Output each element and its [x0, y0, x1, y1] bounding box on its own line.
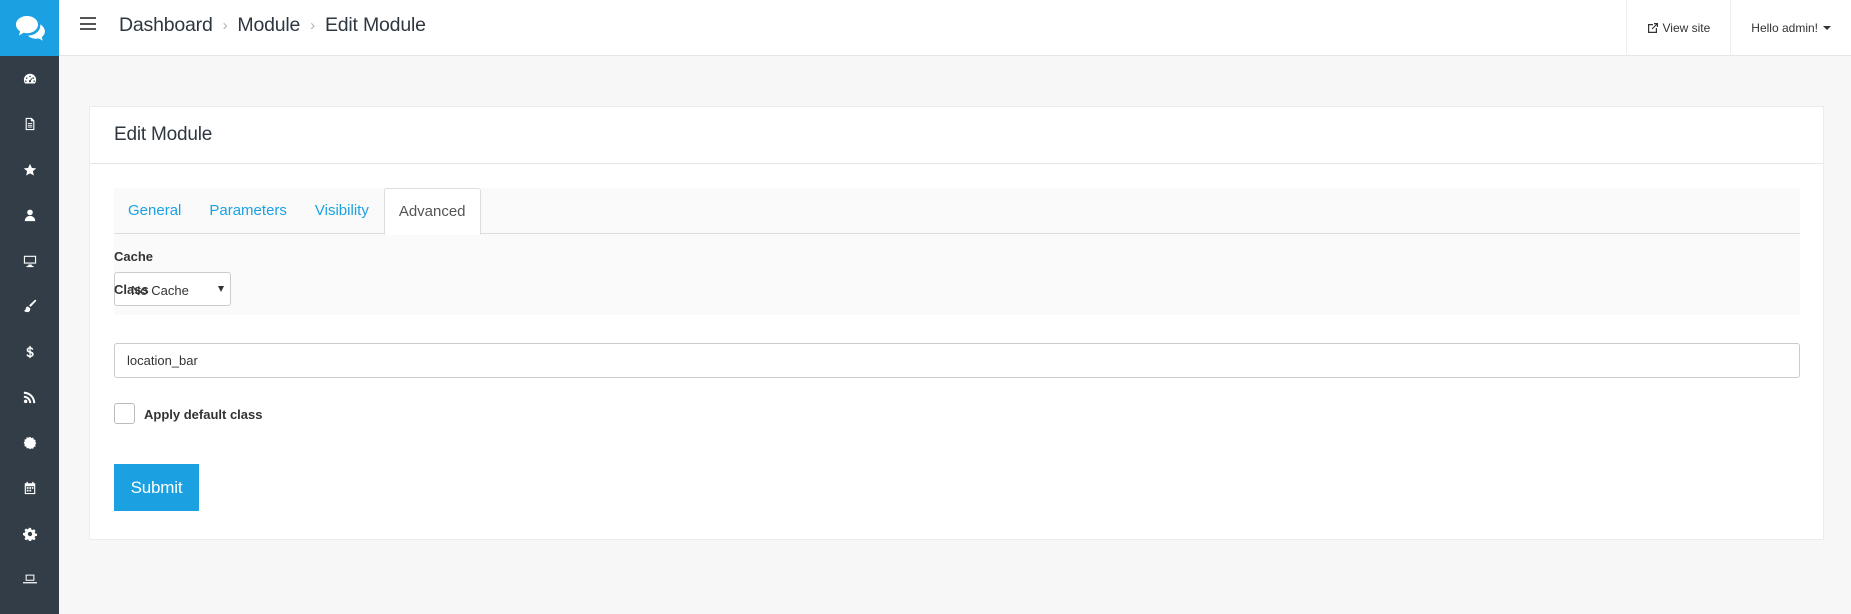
chat-bubbles-icon — [15, 16, 45, 41]
menu-toggle-icon[interactable] — [80, 17, 96, 31]
tab-bar: General Parameters Visibility Advanced — [114, 188, 1800, 235]
dollar-icon — [25, 345, 34, 358]
tab-parameters[interactable]: Parameters — [195, 188, 301, 233]
document-icon — [25, 118, 34, 131]
tab-panel: General Parameters Visibility Advanced C… — [114, 188, 1800, 315]
cache-label: Cache — [114, 249, 154, 264]
external-link-icon — [1648, 23, 1659, 33]
sidebar-item-dashboard[interactable] — [0, 56, 59, 102]
sidebar-item-themes[interactable] — [0, 284, 59, 330]
sidebar-item-pages[interactable] — [0, 102, 59, 148]
sidebar-item-favorites[interactable] — [0, 147, 59, 193]
dropdown-arrow-icon — [218, 286, 224, 292]
view-site-link[interactable]: View site — [1626, 0, 1730, 56]
caret-down-icon — [1823, 26, 1831, 30]
laptop-icon — [22, 574, 37, 584]
breadcrumb: Dashboard › Module › Edit Module — [119, 14, 426, 37]
logo[interactable] — [0, 0, 59, 56]
submit-button[interactable]: Submit — [114, 464, 199, 511]
breadcrumb-dashboard[interactable]: Dashboard — [119, 14, 213, 37]
view-site-label: View site — [1662, 21, 1711, 35]
breadcrumb-separator-icon: › — [222, 17, 228, 34]
sidebar-item-feeds[interactable] — [0, 375, 59, 421]
dashboard-icon — [23, 73, 36, 84]
user-menu[interactable]: Hello admin! — [1730, 0, 1851, 56]
apply-default-class-checkbox[interactable] — [114, 403, 135, 424]
breadcrumb-current: Edit Module — [324, 14, 426, 36]
sidebar-item-display[interactable] — [0, 238, 59, 284]
tab-visibility[interactable]: Visibility — [301, 188, 383, 233]
top-header: Dashboard › Module › Edit Module View si… — [59, 0, 1851, 56]
tab-advanced[interactable]: Advanced — [383, 188, 481, 235]
class-label: Class — [114, 282, 149, 297]
sidebar-item-payments[interactable] — [0, 329, 59, 375]
calendar-icon — [24, 482, 35, 495]
edit-module-card: Edit Module General Parameters Visibilit… — [89, 106, 1824, 540]
sidebar — [0, 0, 59, 614]
apply-default-class-label: Apply default class — [144, 407, 263, 422]
breadcrumb-separator-icon: › — [310, 17, 315, 34]
class-input[interactable]: location_bar — [114, 343, 1800, 378]
monitor-icon — [23, 255, 36, 267]
breadcrumb-module[interactable]: Module — [237, 14, 300, 37]
gear-icon — [22, 526, 37, 541]
rss-icon — [23, 392, 35, 404]
sidebar-item-settings[interactable] — [0, 511, 59, 557]
page-title: Edit Module — [90, 107, 1823, 164]
tab-general[interactable]: General — [114, 188, 195, 233]
star-icon — [23, 163, 36, 176]
sidebar-item-system[interactable] — [0, 557, 59, 603]
sidebar-item-calendar[interactable] — [0, 466, 59, 512]
user-icon — [24, 209, 35, 222]
user-menu-label: Hello admin! — [1751, 21, 1818, 35]
paintbrush-icon — [23, 300, 36, 313]
cog-badge-icon — [23, 436, 36, 450]
sidebar-item-extensions[interactable] — [0, 420, 59, 466]
sidebar-item-users[interactable] — [0, 193, 59, 239]
